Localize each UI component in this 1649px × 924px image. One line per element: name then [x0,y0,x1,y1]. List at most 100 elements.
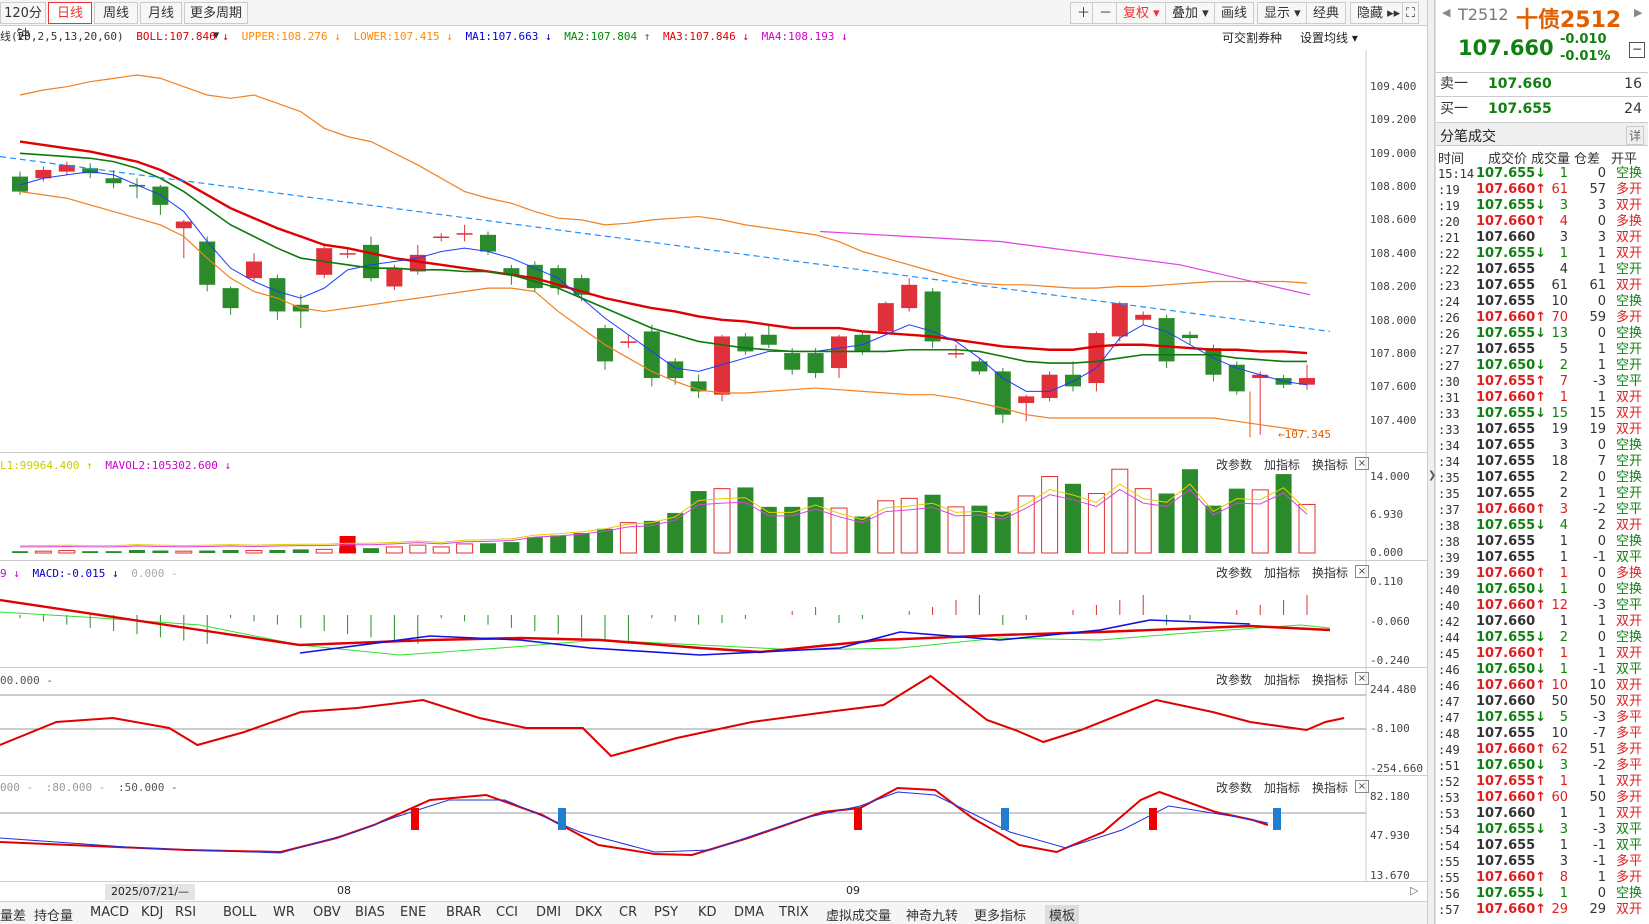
panel-change-button[interactable]: 改参数 [1216,456,1252,473]
panel-close-icon[interactable]: × [1355,565,1369,578]
candle-body [12,176,28,192]
tick-time: :39 [1438,551,1460,565]
indicator-tab[interactable]: RSI [175,905,196,920]
quote-panel: ◀ T2512 十债2512 ▶ 107.660 -0.010 -0.01% −… [1435,0,1649,924]
panel-close-icon[interactable]: × [1355,672,1369,685]
volume-bar [1111,468,1129,554]
panel-add-button[interactable]: 加指标 [1264,564,1300,581]
panel-add-button[interactable]: 加指标 [1264,456,1300,473]
tick-time: :55 [1438,871,1460,885]
cci-label1: 00.000 - [0,674,53,687]
tick-volume: 1 [1559,582,1568,597]
tick-volume: 8 [1559,870,1568,885]
tick-type: 多换 [1615,566,1642,581]
tick-time: :49 [1438,743,1460,757]
tick-oi: 1 [1597,390,1606,405]
tick-oi: 0 [1597,326,1606,341]
tick-row: :38 107.655 1 0 空换 [1436,534,1648,550]
indicator-tab[interactable]: DMI [536,905,561,920]
panel-swap-button[interactable]: 换指标 [1312,564,1348,581]
kline-chart[interactable] [0,0,1427,901]
chart-area[interactable]: 120分钟 日线 周线 月线 更多周期 ▾ ＋ － 复权 ▾ 叠加 ▾ 画线 显… [0,0,1427,924]
next-arrow-icon[interactable]: ▶ [1634,6,1642,19]
indicator-tab[interactable]: PSY [654,905,678,920]
indicator-tab[interactable]: TRIX [779,905,809,920]
indicator-tab[interactable]: 模板 [1045,905,1080,924]
tick-price: 107.655 [1476,550,1536,565]
x-tick-09: 09 [846,884,860,897]
indicator-tab[interactable]: 持仓量 [34,905,73,924]
tick-type: 双平 [1615,662,1642,677]
indicator-tab[interactable]: 虚拟成交量 [826,905,891,924]
panel-swap-button[interactable]: 换指标 [1312,671,1348,688]
price-change-pct: -0.01% [1560,49,1611,64]
tick-volume: 1 [1559,806,1568,821]
indicator-tab[interactable]: KDJ [141,905,163,920]
indicator-tab[interactable]: DMA [734,905,764,920]
tick-time: :35 [1438,471,1460,485]
price-axis-tick: 109.200 [1370,113,1417,126]
indicator-tab[interactable]: WR [273,905,295,920]
panel-add-button[interactable]: 加指标 [1264,779,1300,796]
indicator-tab[interactable]: 更多指标 [974,905,1026,924]
tick-time: :35 [1438,487,1460,501]
tick-type: 空换 [1615,166,1642,181]
indicator-tab[interactable]: BIAS [355,905,385,920]
indicator-tab[interactable]: ENE [400,905,426,920]
tick-type: 空换 [1615,438,1642,453]
tick-oi: 50 [1589,694,1606,709]
indicator-tab[interactable]: 神奇九转 [906,905,958,924]
tick-type: 双开 [1615,694,1642,709]
volume-bar [269,549,286,553]
prev-arrow-icon[interactable]: ◀ [1442,6,1450,19]
tick-detail-button[interactable]: 详 [1625,126,1644,145]
panel-change-button[interactable]: 改参数 [1216,779,1252,796]
volume-bar [385,546,403,554]
indicator-tab[interactable]: OBV [313,905,341,920]
tick-time: :23 [1438,279,1460,293]
tick-row: :34 107.655 3 0 空换 [1436,438,1648,454]
panel-change-button[interactable]: 改参数 [1216,564,1252,581]
volume-bar [129,549,145,553]
candle-body [831,336,847,369]
macd-label3: 0.000 - [131,567,178,580]
indicator-tab[interactable]: KD [698,905,717,920]
tick-time: :38 [1438,519,1460,533]
tick-type: 空换 [1615,294,1642,309]
tick-type: 双开 [1615,518,1642,533]
tick-price: 107.660 [1476,694,1536,709]
indicator-tab[interactable]: CR [619,905,637,920]
tick-volume: 1 [1559,662,1568,677]
tick-time: :48 [1438,727,1460,741]
volume-bar [877,500,895,554]
candle-body [433,236,450,239]
tick-oi: 1 [1597,806,1606,821]
tick-row: :53 107.660↑ 60 50 多开 [1436,790,1648,806]
indicator-tab[interactable]: CCI [496,905,518,920]
tick-volume: 1 [1559,166,1568,181]
indicator-tab[interactable]: DKX [575,905,602,920]
volume-bar [58,550,76,554]
contract-name: 十债2512 [1516,8,1622,33]
collapse-quote-button[interactable]: − [1629,42,1645,58]
panel-close-icon[interactable]: × [1355,457,1369,470]
panel-add-button[interactable]: 加指标 [1264,671,1300,688]
panel-swap-button[interactable]: 换指标 [1312,456,1348,473]
tick-type: 多平 [1615,758,1642,773]
tick-time: :24 [1438,295,1460,309]
indicator-tab[interactable]: BRAR [446,905,481,920]
candle-body [1018,396,1035,404]
tick-type: 空换 [1615,630,1642,645]
panel-change-button[interactable]: 改参数 [1216,671,1252,688]
panel-close-icon[interactable]: × [1355,780,1369,793]
tick-row: 15:14 107.655↓ 1 0 空换 [1436,166,1648,182]
tick-row: :22 107.655↓ 1 1 双开 [1436,246,1648,262]
scroll-right-icon[interactable]: ▷ [1410,884,1418,897]
panel-splitter[interactable]: ❯ [1427,0,1436,924]
indicator-tab[interactable]: 量差 [0,905,26,924]
tick-volume: 5 [1559,710,1568,725]
tick-volume: 3 [1559,438,1568,453]
indicator-tab[interactable]: MACD [90,905,129,920]
panel-swap-button[interactable]: 换指标 [1312,779,1348,796]
indicator-tab[interactable]: BOLL [223,905,256,920]
